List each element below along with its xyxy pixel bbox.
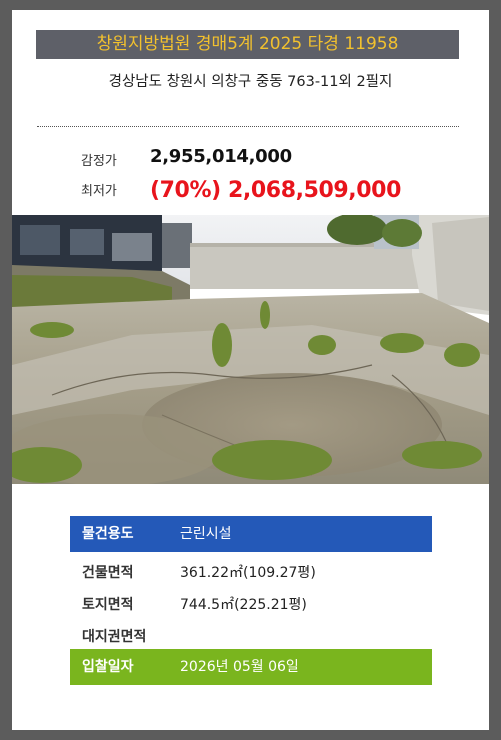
usage-row: 물건용도 근린시설 — [70, 516, 432, 552]
building-area-label: 건물면적 — [82, 565, 134, 581]
land-area-value: 744.5㎡(225.21평) — [180, 597, 307, 613]
court-case-banner: 창원지방법원 경매5계 2025 타경 11958 — [36, 30, 459, 59]
usage-label: 물건용도 — [82, 526, 134, 542]
building-area-row: 건물면적 361.22㎡(109.27평) — [70, 555, 432, 591]
usage-value: 근린시설 — [180, 526, 232, 542]
bid-date-value: 2026년 05월 06일 — [180, 659, 299, 675]
bid-date-row: 입찰일자 2026년 05월 06일 — [70, 649, 432, 685]
land-area-label: 토지면적 — [82, 597, 134, 613]
property-photo — [12, 215, 489, 484]
appraisal-label: 감정가 — [81, 154, 117, 169]
appraisal-value: 2,955,014,000 — [150, 146, 292, 167]
land-area-row: 토지면적 744.5㎡(225.21평) — [70, 587, 432, 623]
minimum-price-label: 최저가 — [81, 184, 117, 199]
building-area-value: 361.22㎡(109.27평) — [180, 565, 316, 581]
auction-card: 창원지방법원 경매5계 2025 타경 11958 경상남도 창원시 의창구 중… — [12, 10, 489, 730]
dotted-divider — [37, 126, 459, 127]
property-address: 경상남도 창원시 의창구 중동 763-11외 2필지 — [108, 74, 393, 90]
minimum-price-value: (70%) 2,068,509,000 — [150, 178, 401, 203]
bid-date-label: 입찰일자 — [82, 659, 134, 675]
